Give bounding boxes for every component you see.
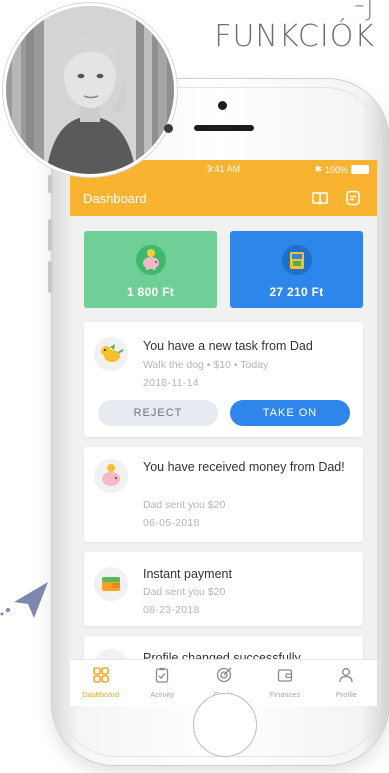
profile-icon xyxy=(339,668,353,683)
goals-icon xyxy=(216,667,231,683)
headline-line-1: -j xyxy=(353,0,375,22)
savings-amount: 1 800 Ft xyxy=(126,285,175,299)
pointer-arrow-icon xyxy=(0,582,48,618)
tab-activity[interactable]: Activity xyxy=(131,660,192,706)
portrait-illustration xyxy=(6,6,174,174)
activity-icon xyxy=(155,667,169,683)
task-date: 2018-11-14 xyxy=(143,377,199,389)
money-received-card: You have received money from Dad! Dad se… xyxy=(84,447,363,542)
instant-payment-card: Instant payment Dad sent you $20 08-23-2… xyxy=(84,552,363,626)
tab-dashboard[interactable]: Dashboard xyxy=(70,660,131,706)
dashboard-content: 1 800 Ft 27 210 Ft You have a new task f… xyxy=(70,216,377,696)
money-date: 06-05-2018 xyxy=(143,517,200,529)
task-details: Walk the dog • $10 • Today xyxy=(143,359,269,371)
app-screen: •••• 9:41 AM ✱ 100% Dashboard xyxy=(70,160,377,706)
atm-icon xyxy=(281,245,312,275)
proximity-sensor xyxy=(218,101,227,110)
notes-icon[interactable] xyxy=(345,190,361,206)
front-camera xyxy=(164,124,173,133)
payment-date: 08-23-2018 xyxy=(143,604,200,616)
book-icon[interactable] xyxy=(312,190,328,206)
payment-details: Dad sent you $20 xyxy=(143,586,226,598)
volume-down-button xyxy=(48,261,52,293)
home-button[interactable] xyxy=(193,693,257,757)
savings-balance-tile[interactable]: 1 800 Ft xyxy=(84,231,217,308)
take-on-button[interactable]: TAKE ON xyxy=(230,400,350,426)
task-title: You have a new task from Dad xyxy=(143,339,313,353)
battery-icon xyxy=(351,165,369,174)
battery-percent: 100% xyxy=(324,164,348,175)
task-notification-card: You have a new task from Dad Walk the do… xyxy=(84,322,363,437)
page-title: Dashboard xyxy=(83,191,147,206)
tab-profile[interactable]: Profile xyxy=(316,660,377,706)
wallet-icon xyxy=(94,567,128,601)
earpiece-speaker xyxy=(194,125,254,131)
finances-icon xyxy=(277,669,293,682)
tab-label: Activity xyxy=(150,690,174,699)
piggy-bank-icon xyxy=(94,459,128,493)
dashboard-icon xyxy=(92,667,109,683)
tab-label: Finances xyxy=(269,690,301,699)
app-header: Dashboard xyxy=(70,179,377,216)
volume-up-button xyxy=(48,219,52,251)
mute-switch xyxy=(48,175,52,193)
tab-label: Dashboard xyxy=(82,690,120,699)
headline-line-2: FUNKCIÓK xyxy=(214,19,375,54)
tab-finances[interactable]: Finances xyxy=(254,660,315,706)
wallet-amount: 27 210 Ft xyxy=(269,285,324,299)
money-details: Dad sent you $20 xyxy=(143,499,226,511)
headline: -j FUNKCIÓK xyxy=(214,0,375,52)
bluetooth-icon: ✱ xyxy=(314,164,322,174)
tab-label: Profile xyxy=(335,690,357,699)
money-title: You have received money from Dad! xyxy=(143,460,345,474)
piggy-bank-icon xyxy=(135,245,166,275)
payment-title: Instant payment xyxy=(143,567,232,581)
wallet-balance-tile[interactable]: 27 210 Ft xyxy=(230,231,363,308)
dog-icon xyxy=(94,337,128,371)
reject-button[interactable]: REJECT xyxy=(98,400,218,426)
avatar-photo xyxy=(3,3,177,177)
